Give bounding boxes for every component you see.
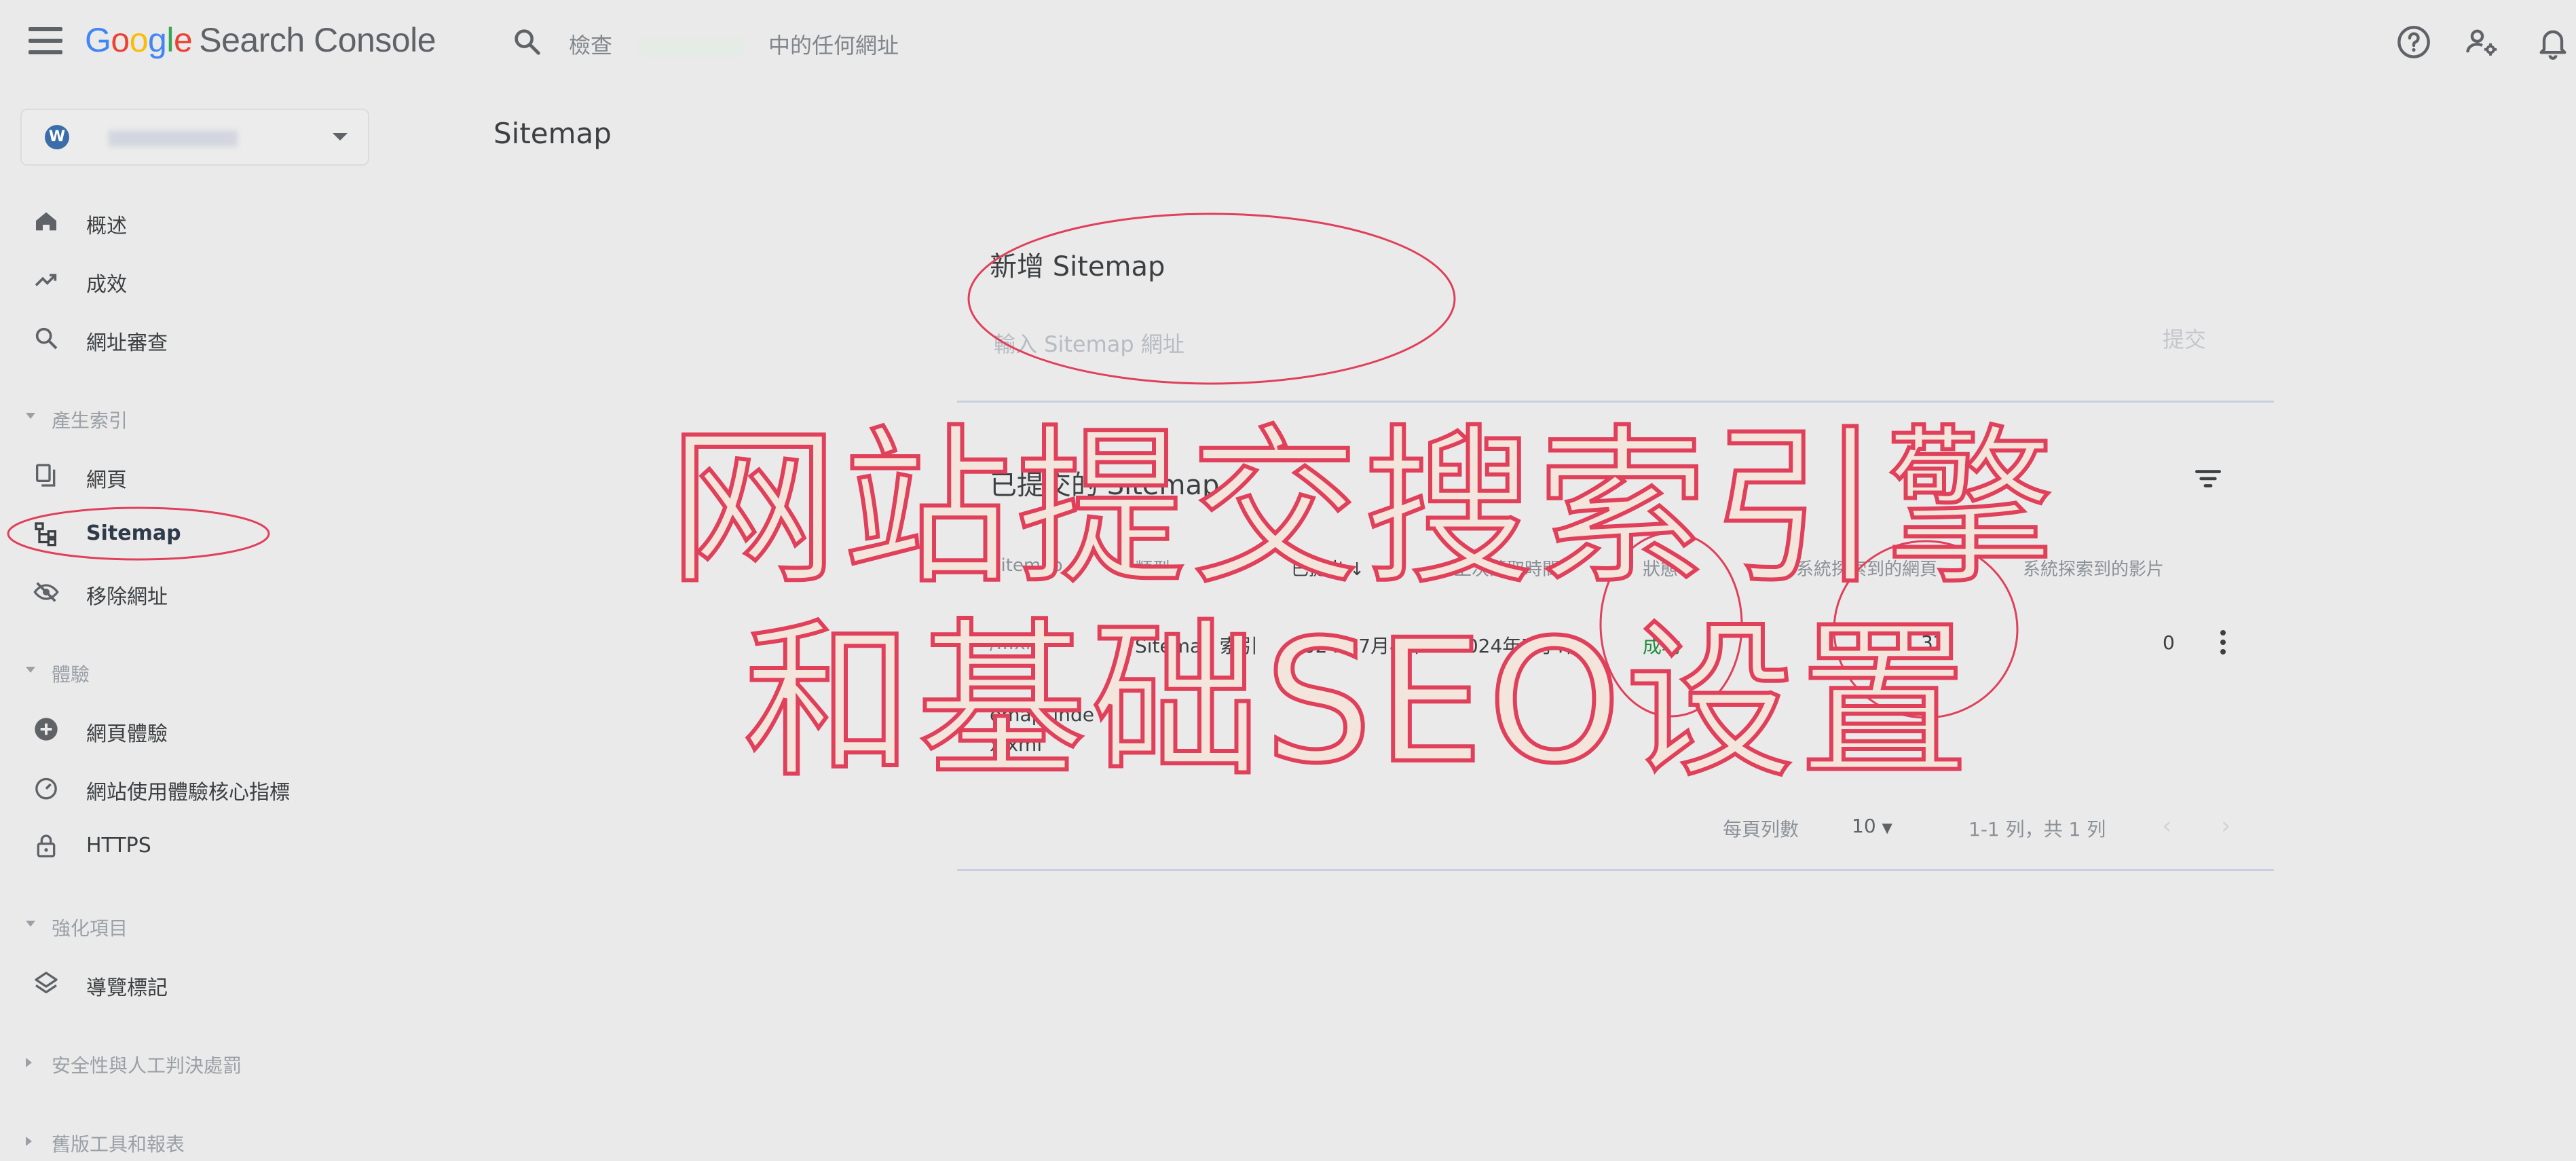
section-expand-icon: [26, 921, 35, 927]
url-inspection-search-box[interactable]: 檢查 中的任何網址: [569, 29, 899, 60]
row-more-options-icon[interactable]: [2216, 630, 2230, 664]
property-selector[interactable]: W: [20, 109, 369, 166]
section-label: 安全性與人工判決處罰: [52, 1054, 242, 1077]
pagination-range: 1-1 列，共 1 列: [1968, 818, 2106, 841]
sidebar-item-label: 網址審查: [86, 331, 168, 355]
discovered-videos-cell: 0: [2163, 631, 2175, 654]
breadcrumb-layers-icon: [35, 972, 58, 993]
sidebar-section-legacy-tools[interactable]: 舊版工具和報表: [0, 1123, 370, 1161]
sidebar-item-label: 導覽標記: [86, 976, 168, 1000]
speed-icon: [35, 777, 57, 800]
logo-letter: o: [129, 21, 149, 59]
redacted-property-name: [109, 130, 238, 147]
sidebar-item-label: 移除網址: [86, 585, 168, 609]
removals-icon: [33, 582, 59, 602]
notifications-icon[interactable]: [2535, 24, 2571, 60]
sidebar-section-experience[interactable]: 體驗: [0, 653, 370, 691]
section-label: 舊版工具和報表: [52, 1133, 185, 1156]
next-page-icon[interactable]: ›: [2221, 812, 2230, 840]
sidebar-item-sitemap[interactable]: Sitemap: [0, 509, 370, 557]
sidebar-item-https[interactable]: HTTPS: [0, 822, 370, 869]
sidebar-item-label: 概述: [86, 215, 127, 238]
dropdown-caret-icon: [333, 133, 348, 141]
sidebar-item-label: 網站使用體驗核心指標: [86, 781, 290, 805]
sidebar-item-overview[interactable]: 概述: [0, 197, 370, 244]
submit-sitemap-button[interactable]: 提交: [2159, 322, 2210, 354]
sidebar-item-label: 成效: [86, 273, 127, 297]
redacted-property: [639, 39, 742, 55]
search-suffix: 中的任何網址: [768, 33, 899, 58]
trending-icon: [35, 274, 57, 287]
sidebar-section-security[interactable]: 安全性與人工判決處罰: [0, 1044, 370, 1082]
top-app-bar: Google Search Console 檢查 中的任何網址: [0, 0, 2576, 85]
hamburger-menu-icon[interactable]: [29, 27, 62, 54]
overlay-title-line2: 和基础SEO设置: [741, 601, 1973, 803]
sidebar-item-pages[interactable]: 網頁: [0, 451, 370, 498]
account-settings-icon[interactable]: [2464, 24, 2499, 60]
search-icon[interactable]: [511, 26, 542, 57]
page-title: Sitemap: [493, 117, 612, 150]
sidebar-item-performance[interactable]: 成效: [0, 255, 370, 303]
sidebar-item-label: 網頁: [86, 468, 127, 492]
google-search-console-logo[interactable]: Google Search Console: [85, 20, 436, 60]
section-label: 體驗: [52, 663, 90, 686]
lock-icon: [37, 834, 56, 858]
rows-per-page-select[interactable]: 10 ▼: [1852, 815, 1892, 837]
logo-letter: l: [166, 21, 174, 59]
logo-letter: G: [85, 21, 111, 59]
sitemap-url-input[interactable]: [992, 330, 1945, 358]
section-expand-icon: [26, 413, 35, 419]
sidebar-item-url-inspection[interactable]: 網址審查: [0, 314, 370, 361]
sidebar-item-label: Sitemap: [86, 521, 181, 545]
section-label: 強化項目: [52, 917, 128, 940]
page-experience-icon: [35, 718, 58, 741]
sidebar-item-label: 網頁體驗: [86, 722, 168, 746]
home-icon: [36, 212, 56, 231]
logo-letter: g: [148, 21, 167, 59]
sidebar-item-removals[interactable]: 移除網址: [0, 568, 370, 615]
rows-per-page-value: 10: [1852, 815, 1876, 837]
add-sitemap-title: 新增 Sitemap: [990, 251, 1165, 282]
section-label: 產生索引: [52, 409, 128, 432]
section-collapse-icon: [26, 1137, 32, 1146]
pages-icon: [36, 464, 56, 487]
section-collapse-icon: [26, 1058, 32, 1067]
wordpress-icon: W: [45, 125, 69, 149]
sidebar-item-page-experience[interactable]: 網頁體驗: [0, 705, 370, 752]
rows-per-page-label: 每頁列數: [1723, 818, 1799, 841]
sidebar-section-indexing[interactable]: 產生索引: [0, 399, 370, 437]
sidebar-item-label: HTTPS: [86, 834, 151, 858]
previous-page-icon[interactable]: ‹: [2162, 812, 2171, 840]
help-icon[interactable]: [2396, 24, 2431, 60]
chevron-down-icon: ▼: [1882, 819, 1892, 836]
sidebar-item-breadcrumbs[interactable]: 導覽標記: [0, 959, 370, 1006]
sidebar-section-enhancements[interactable]: 強化項目: [0, 907, 370, 945]
logo-letter: e: [173, 21, 193, 59]
section-expand-icon: [26, 667, 35, 673]
sidebar-item-core-web-vitals[interactable]: 網站使用體驗核心指標: [0, 763, 370, 811]
product-name: Search Console: [199, 21, 436, 59]
filter-icon[interactable]: [2191, 462, 2225, 496]
sitemap-icon: [35, 522, 57, 547]
search-prefix: 檢查: [569, 33, 613, 58]
search-icon: [35, 327, 58, 350]
logo-letter: o: [111, 21, 130, 59]
